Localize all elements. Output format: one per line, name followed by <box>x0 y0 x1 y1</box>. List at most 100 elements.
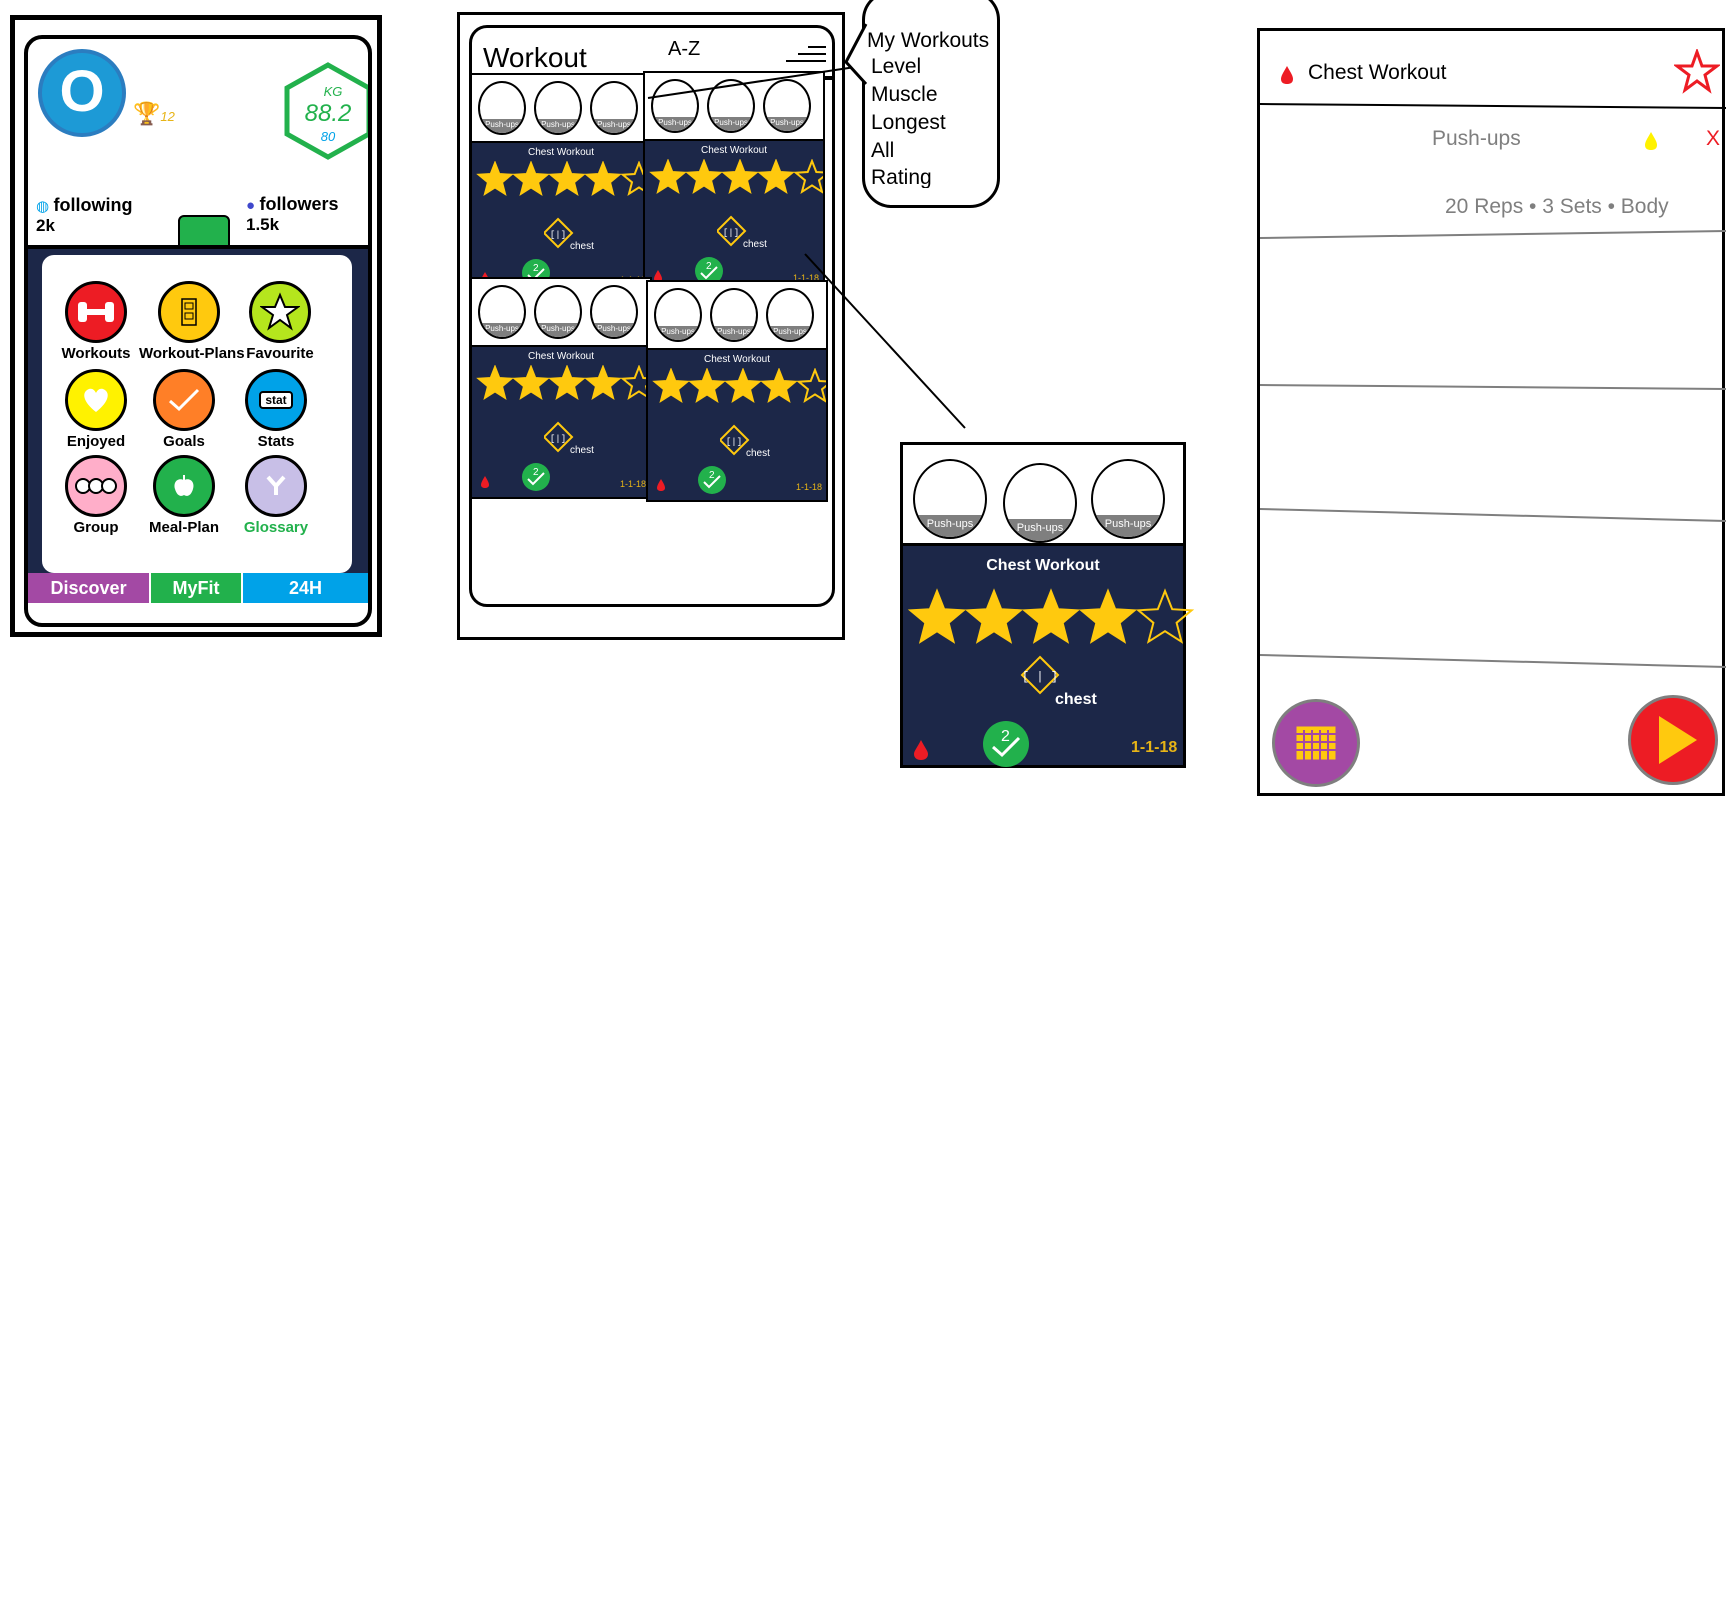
completed-count: 2 <box>533 263 539 274</box>
following-stat[interactable]: ◍ following 2k <box>36 195 133 236</box>
star-filled-icon[interactable] <box>652 368 690 404</box>
workout-card-detail[interactable]: Push-ups Push-ups Push-ups Chest Workout… <box>900 442 1195 768</box>
menu-item-group[interactable]: Group <box>46 455 146 536</box>
start-workout-button[interactable] <box>1628 695 1718 785</box>
star-filled-icon[interactable] <box>476 365 514 401</box>
thumbnail-label: Push-ups <box>536 119 580 133</box>
muscle-tag-icon: [|] chest <box>717 215 767 250</box>
star-filled-icon[interactable] <box>724 368 762 404</box>
workout-card[interactable]: Push-ups Push-ups Push-ups Chest Workout [|]… <box>643 71 825 293</box>
exercise-name: Push-ups <box>1432 127 1521 150</box>
tab-24h[interactable]: 24H <box>240 573 368 603</box>
star-filled-icon[interactable] <box>512 365 550 401</box>
muscle-tag-icon: [|] chest <box>544 217 594 252</box>
trophy-badge[interactable]: 🏆12 <box>133 101 175 127</box>
dropdown-item-level[interactable]: Level <box>871 55 921 79</box>
menu-label-workout-plans: Workout-Plans <box>139 345 245 362</box>
star-filled-icon[interactable] <box>760 368 798 404</box>
star-empty-icon[interactable] <box>1135 588 1195 644</box>
menu-label-goals: Goals <box>163 433 205 450</box>
star-filled-icon[interactable] <box>584 161 622 197</box>
weight-unit: KG <box>324 84 343 99</box>
rating-stars[interactable] <box>476 161 652 201</box>
followers-stat[interactable]: ● followers 1.5k <box>246 194 339 235</box>
rating-stars[interactable] <box>907 587 1207 653</box>
dropdown-item-longest[interactable]: Longest <box>871 111 946 135</box>
svg-text:[|]: [|] <box>550 434 566 444</box>
star-filled-icon[interactable] <box>685 159 723 195</box>
menu-item-workouts[interactable]: Workouts <box>46 281 146 362</box>
group-icon <box>65 455 127 517</box>
card-date: 1-1-18 <box>1131 739 1178 756</box>
rating-stars[interactable] <box>476 365 652 405</box>
bubble-tail <box>844 23 868 86</box>
followers-count: 1.5k <box>246 215 280 234</box>
menu-item-goals[interactable]: Goals <box>134 369 234 450</box>
star-filled-icon[interactable] <box>1078 588 1138 644</box>
exercise-thumbnail: Push-ups <box>534 285 582 339</box>
dropdown-item-muscle[interactable]: Muscle <box>871 83 938 107</box>
dropdown-item-all[interactable]: All <box>871 139 894 163</box>
tab-discover[interactable]: Discover <box>28 573 150 603</box>
menu-item-glossary[interactable]: Glossary <box>226 455 326 536</box>
menu-item-enjoyed[interactable]: Enjoyed <box>46 369 146 450</box>
trophy-count: 12 <box>160 109 175 124</box>
following-count: 2k <box>36 216 55 235</box>
stat-icon-text: stat <box>259 391 293 409</box>
rating-stars[interactable] <box>649 159 825 199</box>
calendar-button[interactable] <box>1272 699 1360 787</box>
remove-exercise-button[interactable]: X <box>1706 127 1720 151</box>
menu-label-favourite: Favourite <box>246 345 314 362</box>
weight-hexagon-icon[interactable]: KG 88.2 80 <box>283 61 372 161</box>
star-filled-icon[interactable] <box>548 365 586 401</box>
thumbnail-label: Push-ups <box>712 326 756 340</box>
menu-label-meal-plan: Meal-Plan <box>148 519 220 536</box>
star-filled-icon[interactable] <box>1021 588 1081 644</box>
workout-card[interactable]: Push-ups Push-ups Push-ups Chest Workout [|]… <box>470 277 652 499</box>
star-filled-icon[interactable] <box>649 159 687 195</box>
thumbnail-label: Push-ups <box>915 515 985 537</box>
workout-detail-screen: Chest Workout Push-ups X 20 Reps • 3 Set… <box>1257 28 1727 796</box>
card-thumbnail-strip: Push-ups Push-ups Push-ups <box>903 445 1183 546</box>
dropdown-item-rating[interactable]: Rating <box>871 166 932 188</box>
completed-badge[interactable]: 2 <box>698 466 726 494</box>
intensity-drop-icon <box>1645 132 1657 150</box>
menu-item-stats[interactable]: stat Stats <box>226 369 326 450</box>
completed-badge[interactable]: 2 <box>522 463 550 491</box>
exercise-thumbnail: Push-ups <box>478 81 526 135</box>
intensity-drop-icon <box>481 476 489 488</box>
star-filled-icon[interactable] <box>907 588 967 644</box>
followers-label: followers <box>259 194 339 214</box>
star-empty-icon[interactable] <box>793 159 825 195</box>
star-filled-icon[interactable] <box>476 161 514 197</box>
exercise-thumbnail: Push-ups <box>1003 463 1077 543</box>
star-filled-icon[interactable] <box>548 161 586 197</box>
workout-card[interactable]: Push-ups Push-ups Push-ups Chest Workout [|]… <box>470 73 652 295</box>
star-filled-icon[interactable] <box>964 588 1024 644</box>
calendar-icon <box>1295 725 1337 761</box>
menu-item-workout-plans[interactable]: Workout-Plans <box>139 281 245 362</box>
dropdown-item-my-workouts[interactable]: My Workouts <box>867 29 989 53</box>
apple-icon <box>153 455 215 517</box>
star-filled-icon[interactable] <box>688 368 726 404</box>
menu-label-glossary: Glossary <box>243 519 309 536</box>
menu-item-meal-plan[interactable]: Meal-Plan <box>134 455 234 536</box>
bottom-tab-bar: Discover MyFit 24H <box>28 573 368 603</box>
thumbnail-label: Push-ups <box>1093 515 1163 537</box>
menu-item-favourite[interactable]: Favourite <box>230 281 330 362</box>
completed-count: 2 <box>706 261 712 272</box>
menu-label-workouts: Workouts <box>61 345 131 362</box>
avatar[interactable]: O <box>38 49 126 137</box>
menu-label-enjoyed: Enjoyed <box>66 433 126 450</box>
star-filled-icon[interactable] <box>512 161 550 197</box>
page-title: Workout <box>483 42 587 73</box>
following-icon: ◍ <box>36 198 50 215</box>
tab-myfit[interactable]: MyFit <box>149 573 241 603</box>
completed-badge[interactable]: 2 <box>983 721 1029 767</box>
star-filled-icon[interactable] <box>721 159 759 195</box>
star-filled-icon[interactable] <box>584 365 622 401</box>
play-icon <box>1659 716 1697 764</box>
star-filled-icon[interactable] <box>757 159 795 195</box>
exercise-thumbnail: Push-ups <box>534 81 582 135</box>
menu-area: Workouts Workout-Plans Favourite Enjoyed… <box>28 249 368 573</box>
